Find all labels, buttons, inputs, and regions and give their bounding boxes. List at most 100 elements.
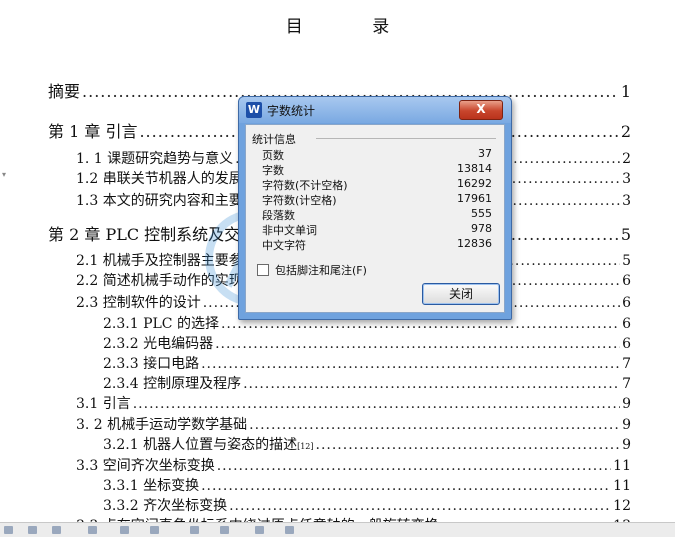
stat-label: 中文字符 [262, 239, 306, 252]
stat-row: 字符数(不计空格) 16292 [262, 177, 492, 192]
toolbar-icon[interactable] [120, 526, 129, 534]
toc-page-number: 6 [622, 316, 631, 332]
stat-label: 页数 [262, 149, 284, 162]
toc-page-number: 6 [622, 273, 631, 289]
dot-leader [316, 437, 621, 453]
stat-row: 字数 13814 [262, 162, 492, 177]
toc-entry-title: 3.3.1 坐标变换 [103, 478, 200, 494]
stat-value: 12836 [457, 237, 492, 250]
toolbar-icon[interactable] [220, 526, 229, 534]
toc-entry[interactable]: 3.1 引言 9 [76, 393, 631, 413]
toc-page-number: 6 [622, 336, 631, 352]
dot-leader [229, 498, 611, 514]
toc-page-number: 5 [620, 225, 631, 244]
toc-entry[interactable]: 3.3.1 坐标变换 11 [103, 475, 631, 495]
toolbar-icon[interactable] [150, 526, 159, 534]
close-dialog-button[interactable]: 关闭 [422, 283, 500, 305]
toc-entry-title: 3.3.2 齐次坐标变换 [103, 498, 228, 514]
toolbar-icon[interactable] [88, 526, 97, 534]
stat-row: 非中文单词 978 [262, 222, 492, 237]
stat-label: 字数 [262, 164, 284, 177]
toc-entry[interactable]: 2.3.4 控制原理及程序 7 [103, 373, 631, 393]
dot-leader [215, 336, 620, 352]
stat-value: 17961 [457, 192, 492, 205]
toc-page-number: 9 [622, 417, 631, 433]
toc-page-number: 9 [622, 437, 631, 453]
stat-value: 978 [471, 222, 492, 235]
toc-page-number: 7 [622, 356, 631, 372]
toc-entry-title: 2.1 机械手及控制器主要参数 [76, 253, 257, 269]
toc-entry-title: 1. 1 课题研究趋势与意义 [76, 151, 234, 167]
toc-page-number: 9 [622, 396, 631, 412]
stat-value: 37 [478, 147, 492, 160]
toc-entry-title: 3.2.1 机器人位置与姿态的描述 [103, 437, 298, 453]
toc-page-number: 11 [613, 478, 631, 494]
toc-page-number: 3 [622, 171, 631, 187]
toolbar-icon[interactable] [52, 526, 61, 534]
group-divider [316, 138, 496, 139]
toc-page-number: 6 [622, 295, 631, 311]
dot-leader [201, 478, 611, 494]
citation-superscript: [12] [297, 442, 314, 451]
stat-label: 段落数 [262, 209, 295, 222]
footnotes-checkbox[interactable] [257, 264, 269, 276]
toc-page-number: 7 [622, 376, 631, 392]
toc-entry[interactable]: 3.3 空间齐次坐标变换 11 [76, 455, 631, 475]
toc-entry-title: 1.2 串联关节机器人的发展 [76, 171, 243, 187]
stat-label: 字符数(计空格) [262, 194, 337, 207]
toc-page-number: 3 [622, 193, 631, 209]
app-logo-icon: W [246, 102, 262, 118]
dialog-title: 字数统计 [267, 104, 316, 118]
toc-entry-title: 3. 2 机械手运动学数学基础 [76, 417, 248, 433]
toc-entry[interactable]: 3.2.1 机器人位置与姿态的描述[12] 9 [103, 434, 631, 454]
toc-entry-title: 第 1 章 引言 [48, 122, 138, 141]
toc-page-number: 5 [622, 253, 631, 269]
stat-label: 字符数(不计空格) [262, 179, 348, 192]
dot-leader [217, 458, 611, 474]
stat-row: 页数 37 [262, 147, 492, 162]
toc-entry-title: 2.3.1 PLC 的选择 [103, 316, 219, 332]
toc-entry-title: 2.3 控制软件的设计 [76, 295, 201, 311]
stats-group-label: 统计信息 [252, 133, 296, 146]
stat-value: 555 [471, 207, 492, 220]
stat-label: 非中文单词 [262, 224, 317, 237]
toc-page-number: 11 [613, 458, 631, 474]
stat-value: 13814 [457, 162, 492, 175]
dot-leader [133, 396, 620, 412]
toolbar-icon[interactable] [285, 526, 294, 534]
footnotes-checkbox-label: 包括脚注和尾注(F) [275, 264, 367, 277]
toc-entry-title: 3.1 引言 [76, 396, 131, 412]
toc-entry[interactable]: 3. 2 机械手运动学数学基础 9 [76, 414, 631, 434]
toc-page-number: 1 [620, 82, 631, 101]
toc-page-number: 2 [622, 151, 631, 167]
toc-entry-title: 2.3.3 接口电路 [103, 356, 200, 372]
toc-entry-title: 2.2 简述机械手动作的实现 [76, 273, 243, 289]
word-count-dialog: W 字数统计 X 统计信息 页数 37 字数 13814 字符数(不计空格) 16292 字… [238, 96, 512, 320]
toc-entry-title: 2.3.4 控制原理及程序 [103, 376, 242, 392]
toc-page-number: 2 [620, 122, 631, 141]
dot-leader [201, 356, 620, 372]
include-footnotes-option[interactable]: 包括脚注和尾注(F) [257, 262, 367, 278]
toc-entry-title: 摘要 [48, 82, 81, 101]
close-button[interactable]: X [459, 100, 503, 120]
stat-value: 16292 [457, 177, 492, 190]
stat-row: 段落数 555 [262, 207, 492, 222]
toc-entry-title: 3.3 空间齐次坐标变换 [76, 458, 215, 474]
toc-entry-title: 2.3.2 光电编码器 [103, 336, 214, 352]
page-title: 目 录 [285, 17, 422, 37]
toolbar-icon[interactable] [28, 526, 37, 534]
dialog-body: 统计信息 页数 37 字数 13814 字符数(不计空格) 16292 字符数(计空格) 17… [245, 124, 505, 313]
toc-entry[interactable]: 2.3.3 接口电路 7 [103, 353, 631, 373]
stat-row: 中文字符 12836 [262, 237, 492, 252]
dot-leader [243, 376, 620, 392]
toolbar-icon[interactable] [190, 526, 199, 534]
toolbar-icon[interactable] [4, 526, 13, 534]
bottom-toolbar [0, 522, 675, 537]
dialog-titlebar[interactable]: W 字数统计 X [239, 97, 511, 123]
margin-marker-icon: ▾ [2, 170, 7, 179]
dot-leader [249, 417, 620, 433]
toolbar-icon[interactable] [255, 526, 264, 534]
toc-entry[interactable]: 3.3.2 齐次坐标变换 12 [103, 495, 631, 515]
stat-row: 字符数(计空格) 17961 [262, 192, 492, 207]
toc-entry[interactable]: 2.3.2 光电编码器 6 [103, 333, 631, 353]
